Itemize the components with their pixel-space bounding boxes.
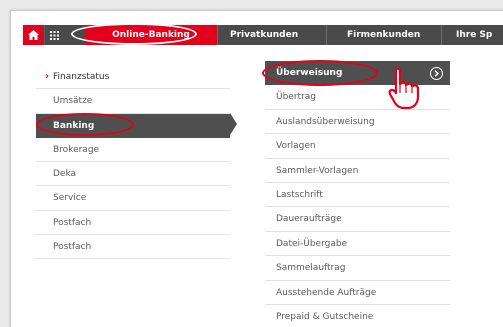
nav-tab-firmenkunden[interactable]: Firmenkunden (347, 25, 420, 45)
active-pointer-icon (230, 113, 237, 135)
submenu-item-datei-uebergabe[interactable]: Datei-Übergabe (265, 232, 450, 257)
nav-apps-button[interactable] (44, 25, 64, 45)
submenu-item-dauerauftraege[interactable]: Daueraufträge (265, 207, 450, 232)
nav-tab-privatkunden[interactable]: Privatkunden (230, 25, 298, 45)
left-menu-item-deka[interactable]: Deka (36, 162, 230, 187)
left-menu-item-finanzstatus[interactable]: › Finanzstatus (36, 65, 230, 90)
submenu-item-sammler-vorlagen[interactable]: Sammler-Vorlagen (265, 159, 450, 183)
submenu-item-lastschrift[interactable]: Lastschrift (265, 183, 450, 208)
left-menu-item-brokerage[interactable]: Brokerage (36, 138, 230, 163)
nav-divider (217, 25, 218, 45)
left-menu-item-umsaetze[interactable]: Umsätze (36, 89, 230, 114)
left-menu-label: Finanzstatus (53, 72, 110, 82)
highlight-oval (36, 113, 134, 136)
home-icon (27, 30, 39, 40)
left-menu: › Finanzstatus Umsätze Banking Brokerage… (36, 65, 230, 260)
left-menu-label: Service (53, 193, 87, 204)
active-arrow-icon: › (45, 71, 50, 82)
highlight-oval (71, 23, 197, 45)
submenu-item-ausstehende-auftraege[interactable]: Ausstehende Aufträge (265, 281, 450, 305)
left-menu-label: Brokerage (53, 144, 100, 155)
highlight-oval (262, 60, 378, 86)
hand-pointer-icon (388, 67, 420, 110)
grid-icon (50, 30, 59, 40)
go-arrow-button[interactable] (430, 67, 443, 80)
nav-divider (441, 25, 442, 45)
left-menu-label: Postfach (53, 242, 92, 253)
left-menu-label: Umsätze (53, 96, 93, 107)
left-menu-item-postfach[interactable]: Postfach (36, 235, 230, 260)
submenu-item-auslandsueberweisung[interactable]: Auslandsüberweisung (265, 110, 450, 135)
nav-tab-ihre-sparkasse[interactable]: Ihre Sp (456, 25, 492, 45)
left-menu-item-postfach[interactable]: Postfach (36, 211, 230, 236)
chevron-right-icon (434, 70, 440, 77)
submenu-item-prepaid-gutscheine[interactable]: Prepaid & Gutscheine (265, 305, 450, 327)
nav-divider (326, 25, 327, 45)
submenu-item-sammelauftrag[interactable]: Sammelauftrag (265, 256, 450, 281)
left-menu-label: Deka (53, 169, 77, 180)
left-menu-item-service[interactable]: Service (36, 186, 230, 211)
left-menu-label: Postfach (53, 217, 92, 228)
submenu-item-vorlagen[interactable]: Vorlagen (265, 134, 450, 159)
nav-home-button[interactable] (23, 25, 43, 45)
